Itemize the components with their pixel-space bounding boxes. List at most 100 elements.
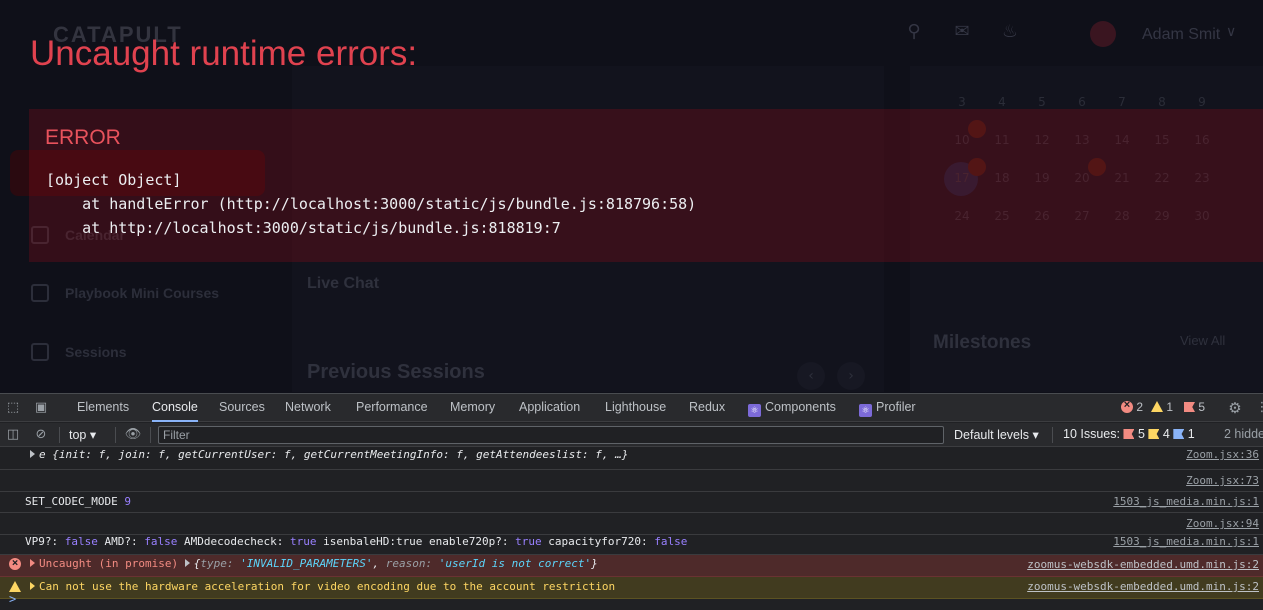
hidden-count[interactable]: 2 hidden [1224, 427, 1263, 441]
log-value: true [289, 535, 317, 548]
console-line: SET_CODEC_MODE 9 1503_js_media.min.js:1 [0, 492, 1263, 513]
inspect-element-icon[interactable]: ⬚ [5, 400, 21, 416]
log-value: false [64, 535, 98, 548]
source-link[interactable]: zoomus-websdk-embedded.umd.min.js:2 [1027, 558, 1259, 571]
console-line: Zoom.jsx:94 [0, 513, 1263, 535]
console-prompt[interactable]: > [9, 592, 16, 606]
object-text: {init: f, join: f, getCurrentUser: f, ge… [52, 448, 629, 461]
console-line: e {init: f, join: f, getCurrentUser: f, … [0, 448, 1263, 470]
error-stack: [object Object] at handleError (http://l… [46, 168, 696, 240]
warning-icon [1151, 401, 1163, 412]
warning-count[interactable]: 1 [1151, 400, 1173, 414]
prev-arrow-button[interactable]: ‹ [797, 362, 825, 390]
object-preview[interactable]: e {init: f, join: f, getCurrentUser: f, … [30, 448, 628, 461]
context-value: top [69, 428, 87, 442]
log-value: false [654, 535, 688, 548]
runtime-error-title: Uncaught runtime errors: [30, 34, 418, 73]
expand-triangle-icon [30, 450, 35, 458]
milestones-heading: Milestones [933, 332, 1032, 353]
tab-network[interactable]: Network [285, 394, 331, 422]
sidebar-toggle-icon[interactable]: ◫ [5, 427, 21, 443]
console-output: e {init: f, join: f, getCurrentUser: f, … [0, 448, 1263, 610]
log-levels-value: Default levels [954, 428, 1030, 442]
object-key: type: [200, 557, 234, 570]
tab-sources[interactable]: Sources [219, 394, 265, 422]
sidebar-item-sessions[interactable]: Sessions [31, 343, 126, 361]
warning-count-value: 1 [1166, 400, 1174, 414]
warning-text: Can not use the hardware acceleration fo… [39, 580, 616, 593]
mail-icon[interactable]: ✉ [952, 22, 972, 42]
tab-performance[interactable]: Performance [356, 394, 428, 422]
object-separator: , [372, 557, 380, 570]
log-value: 9 [124, 495, 131, 508]
object-prefix: e [39, 448, 53, 461]
sidebar-item-label: Playbook Mini Courses [65, 285, 220, 301]
device-toolbar-icon[interactable]: ▣ [33, 400, 49, 416]
stack-line: [object Object] [46, 171, 182, 189]
warning-flag-icon [1148, 429, 1160, 439]
next-arrow-button[interactable]: › [837, 362, 865, 390]
avatar[interactable] [1090, 21, 1116, 47]
console-warning-line: Can not use the hardware acceleration fo… [0, 577, 1263, 599]
book-icon [31, 284, 49, 302]
error-icon [9, 556, 21, 570]
issues-count-value: 5 [1198, 400, 1206, 414]
console-line: VP9?: false AMD?: false AMDdecodecheck: … [0, 535, 1263, 555]
filter-input[interactable]: Filter [158, 426, 944, 444]
warning-badge [9, 581, 21, 592]
source-link[interactable]: Zoom.jsx:36 [1186, 448, 1259, 461]
log-key: isenbaleHD:true enable720p?: [323, 535, 509, 548]
log-key: VP9?: [25, 535, 59, 548]
user-name[interactable]: Adam Smit [1142, 26, 1220, 44]
tab-elements[interactable]: Elements [77, 394, 129, 422]
source-link[interactable]: Zoom.jsx:73 [1186, 474, 1259, 487]
tab-redux[interactable]: Redux [689, 394, 725, 422]
issues-error-count: 5 [1137, 427, 1145, 441]
tab-profiler[interactable]: ⚛ Profiler [859, 394, 916, 422]
view-all-link[interactable]: View All [1180, 333, 1225, 348]
sidebar-item-playbook[interactable]: Playbook Mini Courses [31, 284, 219, 302]
react-icon: ⚛ [859, 404, 872, 417]
source-link[interactable]: 1503_js_media.min.js:1 [1113, 535, 1259, 548]
issue-flag-icon [1184, 402, 1195, 412]
more-options-icon[interactable]: ⋮ [1254, 400, 1263, 416]
log-value: false [144, 535, 178, 548]
error-message[interactable]: Uncaught (in promise) {type: 'INVALID_PA… [30, 557, 598, 570]
object-value: 'userId is not correct' [438, 557, 592, 570]
clear-console-icon[interactable]: ⊘ [33, 427, 49, 443]
search-icon[interactable]: ⚲ [904, 22, 924, 42]
object-brace: } [591, 557, 598, 570]
warning-message[interactable]: Can not use the hardware acceleration fo… [30, 580, 615, 593]
toolbar-divider [1052, 427, 1053, 443]
chevron-down-icon[interactable]: ∨ [1226, 24, 1236, 40]
tab-application[interactable]: Application [519, 394, 580, 422]
source-link[interactable]: Zoom.jsx:94 [1186, 517, 1259, 530]
error-count[interactable]: 2 [1121, 399, 1143, 414]
gear-icon[interactable]: ⚙ [1227, 400, 1243, 416]
log-text: SET_CODEC_MODE [25, 495, 118, 508]
eye-icon[interactable]: 👁 [124, 427, 142, 443]
object-key: reason: [385, 557, 433, 570]
issues-count[interactable]: 5 [1184, 400, 1205, 414]
issues-warning-count: 4 [1162, 427, 1170, 441]
bell-icon[interactable]: ♨ [1000, 22, 1020, 42]
log-levels-select[interactable]: Default levels ▾ [954, 427, 1039, 442]
devtools-tabbar: ⬚ ▣ Elements Console Sources Network Per… [0, 394, 1263, 422]
log-key: AMDdecodecheck: [184, 535, 284, 548]
console-error-line: Uncaught (in promise) {type: 'INVALID_PA… [0, 555, 1263, 577]
issues-summary[interactable]: 10 Issues: 5 4 1 [1063, 427, 1195, 441]
toolbar-divider [115, 427, 116, 443]
source-link[interactable]: zoomus-websdk-embedded.umd.min.js:2 [1027, 580, 1259, 593]
issue-flag-icon [1123, 429, 1135, 439]
tab-components[interactable]: ⚛ Components [748, 394, 836, 422]
tab-components-label: Components [765, 400, 836, 414]
context-select[interactable]: top ▾ [69, 427, 96, 442]
tab-lighthouse[interactable]: Lighthouse [605, 394, 666, 422]
source-link[interactable]: 1503_js_media.min.js:1 [1113, 495, 1259, 508]
stack-line: at http://localhost:3000/static/js/bundl… [46, 219, 561, 237]
live-chat-heading: Live Chat [307, 275, 380, 292]
document-icon [31, 343, 49, 361]
tab-memory[interactable]: Memory [450, 394, 495, 422]
react-icon: ⚛ [748, 404, 761, 417]
tab-console[interactable]: Console [152, 394, 198, 422]
